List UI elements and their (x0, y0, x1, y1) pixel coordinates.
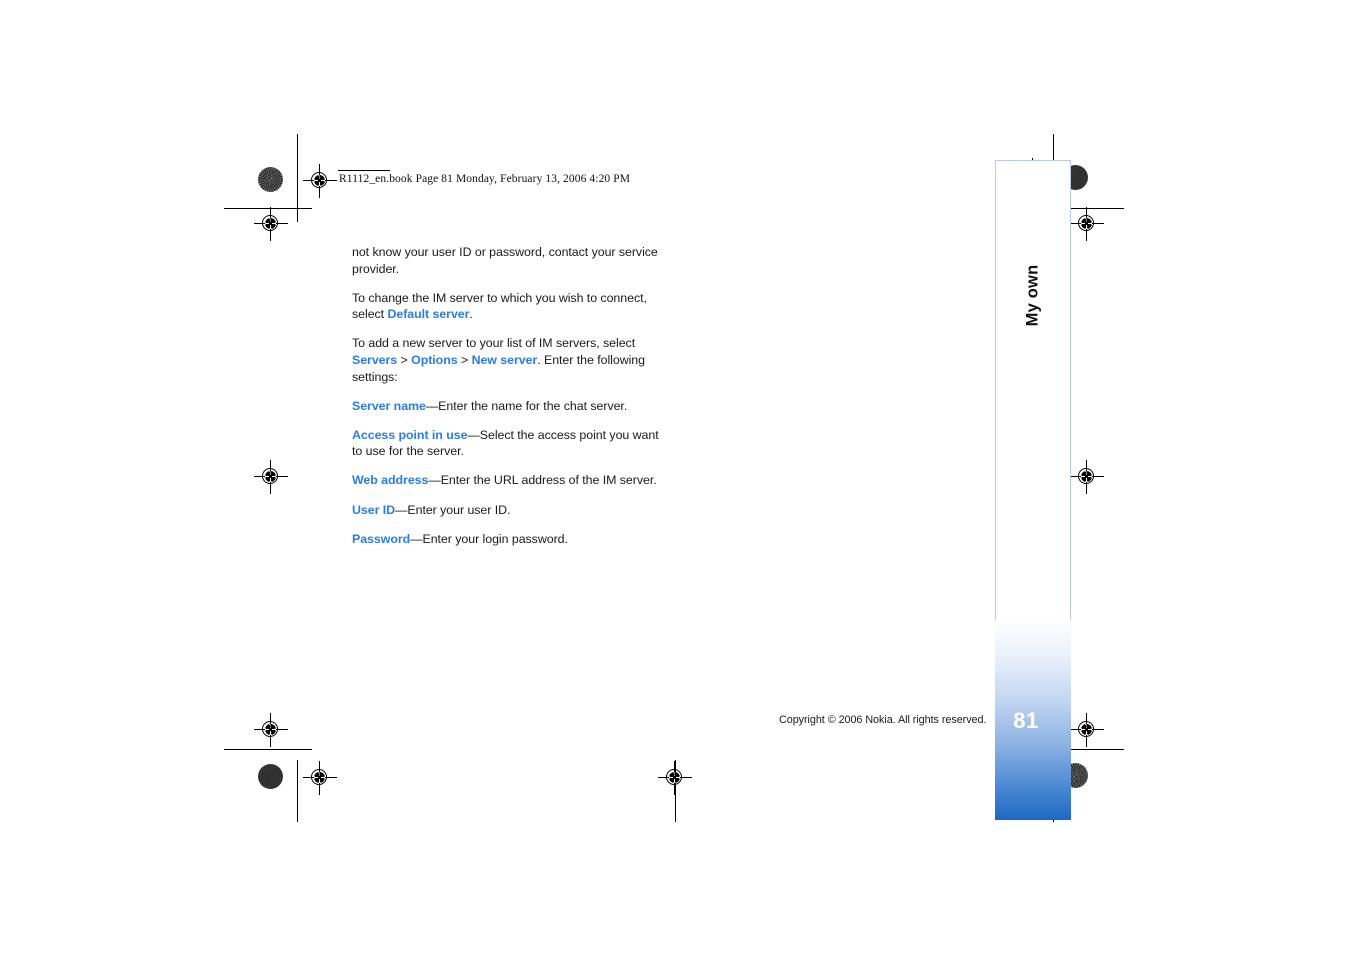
body-paragraph: Access point in use—Select the access po… (352, 427, 664, 460)
body-paragraph: Password—Enter your login password. (352, 531, 664, 548)
ui-term-link[interactable]: New server (472, 353, 538, 367)
crop-line-bottom-left-horizontal (224, 749, 312, 750)
body-paragraph: not know your user ID or password, conta… (352, 244, 664, 277)
body-text-run: > (457, 352, 472, 367)
body-text-run: not know your user ID or password, conta… (352, 245, 658, 276)
registration-mark-bottom-center (658, 761, 692, 795)
registration-mark-lower-right (1070, 713, 1104, 747)
registration-mark-upper-left (254, 207, 288, 241)
registration-mark-top-left (303, 164, 337, 198)
body-paragraph: To add a new server to your list of IM s… (352, 335, 664, 385)
chapter-tab-label-text: My own (1023, 264, 1042, 326)
file-info-line: R1112_en.book Page 81 Monday, February 1… (339, 173, 631, 185)
ui-term-link[interactable]: Options (411, 353, 458, 367)
crop-line-bottom-right-horizontal (1062, 749, 1124, 750)
ui-term-link[interactable]: Password (352, 532, 410, 546)
body-text-run: —Enter your login password. (410, 531, 568, 546)
body-text-run: . (469, 307, 473, 322)
registration-mark-middle-left (254, 460, 288, 494)
chapter-tab-label: My own (995, 230, 1071, 360)
registration-mark-bottom-left (303, 761, 337, 795)
registration-mark-lower-left (254, 713, 288, 747)
body-text-run: —Enter your user ID. (395, 502, 511, 517)
ui-term-link[interactable]: Server name (352, 399, 426, 413)
ui-term-link[interactable]: Servers (352, 353, 397, 367)
ui-term-link[interactable]: Web address (352, 473, 428, 487)
registration-mark-middle-right (1070, 460, 1104, 494)
body-text-run: > (397, 352, 412, 367)
page-number: 81 (1013, 708, 1039, 733)
body-paragraph: Server name—Enter the name for the chat … (352, 398, 664, 415)
halftone-patch-top-left (258, 167, 283, 192)
body-paragraph: To change the IM server to which you wis… (352, 290, 664, 323)
body-text-run: —Enter the name for the chat server. (425, 398, 628, 413)
ui-term-link[interactable]: Access point in use (352, 428, 467, 442)
body-text-run: —Enter the URL address of the IM server. (428, 473, 657, 488)
ui-term-link[interactable]: Default server (387, 307, 469, 321)
body-text-column: not know your user ID or password, conta… (352, 244, 664, 547)
halftone-patch-bottom-left (258, 764, 283, 789)
body-text-run: To add a new server to your list of IM s… (352, 336, 636, 351)
crop-line-left-vertical-lower (297, 760, 298, 822)
body-paragraph: Web address—Enter the URL address of the… (352, 472, 664, 489)
file-info-rule (338, 170, 390, 171)
registration-mark-upper-right (1070, 207, 1104, 241)
copyright-notice: Copyright © 2006 Nokia. All rights reser… (779, 714, 987, 726)
body-paragraph: User ID—Enter your user ID. (352, 502, 664, 519)
ui-term-link[interactable]: User ID (352, 503, 395, 517)
